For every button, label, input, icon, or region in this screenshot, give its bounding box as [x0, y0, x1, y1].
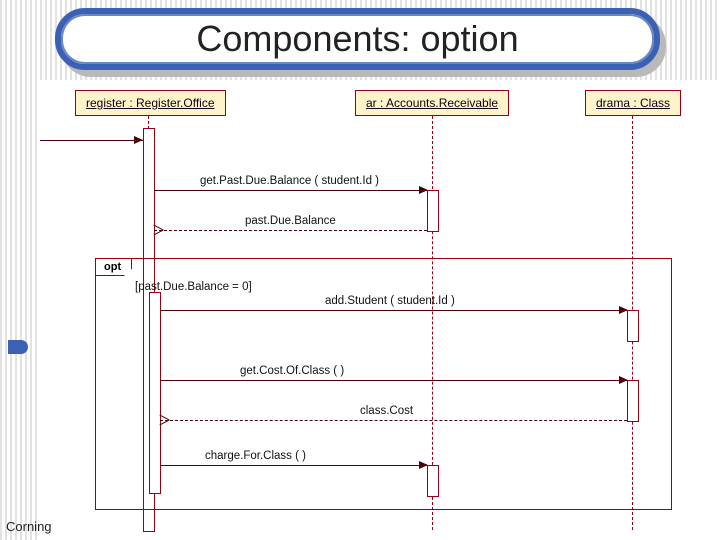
- activation-ar-2: [427, 465, 439, 497]
- msg-chargeForClass-label: charge.For.Class ( ): [205, 450, 306, 462]
- msg-getPastDueBalance-label: get.Past.Due.Balance ( student.Id ): [200, 175, 379, 187]
- msg-getPastDueBalance: [154, 190, 427, 191]
- msg-getCostOfClass: [160, 380, 627, 381]
- msg-addStudent-label: add.Student ( student.Id ): [325, 295, 455, 307]
- open-arrowhead-icon: [154, 225, 163, 234]
- participant-register-label: register : Register.Office: [86, 96, 215, 110]
- msg-getCostOfClass-label: get.Cost.Of.Class ( ): [240, 365, 344, 377]
- participant-register: register : Register.Office: [75, 90, 226, 116]
- return-classCost: [160, 420, 627, 421]
- participant-ar: ar : Accounts.Receivable: [355, 90, 509, 116]
- return-pastDueBalance: [154, 230, 427, 231]
- activation-drama-2: [627, 380, 639, 422]
- activation-drama-1: [627, 310, 639, 342]
- msg-addStudent: [160, 310, 627, 311]
- open-arrowhead-icon: [160, 415, 169, 424]
- incoming-call: [40, 140, 143, 141]
- participant-drama: drama : Class: [585, 90, 681, 116]
- opt-frame-label: opt: [95, 258, 132, 276]
- title-plaque: Components: option: [55, 8, 660, 70]
- participant-ar-label: ar : Accounts.Receivable: [366, 96, 498, 110]
- return-classCost-label: class.Cost: [360, 405, 413, 417]
- arrowhead-icon: [134, 136, 143, 144]
- return-pastDueBalance-label: past.Due.Balance: [245, 215, 336, 227]
- participant-drama-label: drama : Class: [596, 96, 670, 110]
- activation-ar-1: [427, 190, 439, 232]
- slide-title: Components: option: [55, 18, 660, 60]
- activation-register-inner: [149, 292, 161, 494]
- msg-chargeForClass: [160, 465, 427, 466]
- decorative-point-icon: [8, 340, 28, 354]
- footer-text: Corning: [6, 519, 52, 534]
